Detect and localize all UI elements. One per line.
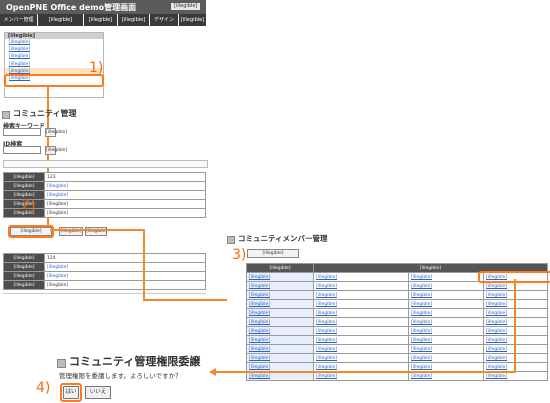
action-leave[interactable]: [illegible] [313, 290, 409, 300]
action-leave[interactable]: [illegible] [313, 344, 409, 354]
member-name[interactable]: [illegible] [246, 317, 314, 327]
nav-sns-settings[interactable]: [illegible] [179, 14, 206, 26]
record-value: [illegible] [44, 181, 206, 191]
record-value: 123 [44, 172, 206, 182]
member-panel-title: コミュニティメンバー管理 [238, 234, 328, 243]
app-title: OpenPNE Office demo管理画面 [6, 3, 137, 12]
member-name[interactable]: [illegible] [246, 308, 314, 318]
nav-management[interactable]: [illegible] [118, 14, 149, 26]
section-bullet-icon [227, 235, 235, 244]
connector-step3-h [214, 371, 516, 373]
step4-highlight [60, 383, 82, 402]
connector-step2-h2 [143, 299, 227, 301]
step-3-label: 3) [232, 247, 247, 263]
id-search-button[interactable]: [illegible] [45, 146, 67, 155]
step2-highlight [8, 225, 54, 238]
record-value: [illegible] [44, 208, 206, 218]
record-label: [illegible] [3, 271, 45, 281]
action-leave[interactable]: [illegible] [313, 299, 409, 309]
record-value: [illegible] [44, 190, 206, 200]
connector-step2-v [143, 229, 145, 301]
nav-design[interactable]: デザイン [150, 14, 178, 26]
action-leave[interactable]: [illegible] [313, 353, 409, 363]
divider-bar [3, 160, 208, 168]
action-leave[interactable]: [illegible] [313, 308, 409, 318]
action-leave[interactable]: [illegible] [313, 272, 409, 282]
action-info[interactable]: [illegible] [408, 353, 484, 363]
confirm-heading: コミュニティ管理権限委譲 [57, 353, 200, 369]
confirm-title: コミュニティ管理権限委譲 [69, 355, 201, 368]
section-bullet-icon [2, 110, 10, 119]
search-button[interactable]: [illegible] [45, 128, 67, 137]
nav-member-admin[interactable]: メンバー管理 [0, 14, 37, 26]
admin-link[interactable]: [illegible] [47, 193, 68, 198]
member-name[interactable]: [illegible] [246, 335, 314, 345]
section-bullet-icon [57, 359, 66, 368]
nav-content-admin[interactable]: [illegible] [38, 14, 83, 26]
id-input[interactable] [3, 146, 41, 154]
admin-link[interactable]: [illegible] [47, 274, 68, 279]
action-leave[interactable]: [illegible] [313, 317, 409, 327]
confirm-cancel-button[interactable]: いいえ [85, 386, 111, 399]
record-value: [illegible] [44, 199, 206, 209]
confirm-message: 管理権限を委譲します。よろしいですか？ [59, 372, 182, 380]
arrow-head-icon [209, 368, 216, 376]
action-info[interactable]: [illegible] [408, 317, 484, 327]
back-button[interactable]: [illegible] [247, 249, 299, 258]
menu-item-batch-invite[interactable]: [illegible] [5, 46, 103, 53]
main-nav: メンバー管理 [illegible] [illegible] [illegibl… [0, 14, 206, 26]
member-name[interactable]: [illegible] [246, 299, 314, 309]
record-label: [illegible] [3, 280, 45, 290]
keyword-input[interactable] [3, 128, 41, 136]
connector-step2-h1 [50, 229, 145, 231]
member-name[interactable]: [illegible] [246, 281, 314, 291]
nav-stats[interactable]: [illegible] [84, 14, 117, 26]
action-info[interactable]: [illegible] [408, 335, 484, 345]
member-name[interactable]: [illegible] [246, 272, 314, 282]
action-info[interactable]: [illegible] [408, 299, 484, 309]
menu-item-invite[interactable]: [illegible] [5, 39, 103, 46]
step-1-label: 1) [89, 60, 104, 76]
step-4-label: 4) [36, 380, 51, 396]
record-label: [illegible] [3, 253, 45, 263]
record-label: [illegible] [3, 181, 45, 191]
action-info[interactable]: [illegible] [408, 290, 484, 300]
member-name[interactable]: [illegible] [246, 353, 314, 363]
step-2-label: 2) [22, 198, 36, 213]
app-header: OpenPNE Office demo管理画面 [illegible] [0, 0, 206, 14]
action-info[interactable]: [illegible] [408, 308, 484, 318]
action-leave[interactable]: [illegible] [313, 281, 409, 291]
connector-step3-v [514, 279, 516, 372]
divider-line [3, 293, 206, 294]
record-value: [illegible] [44, 271, 206, 281]
record-label: [illegible] [3, 262, 45, 272]
member-panel-heading: コミュニティメンバー管理 [227, 233, 328, 244]
member-name[interactable]: [illegible] [246, 290, 314, 300]
community-record-2: [illegible] 124 [illegible] [illegible] [i… [3, 253, 206, 290]
community-name-link[interactable]: [illegible] [47, 265, 68, 270]
record-value: [illegible] [44, 262, 206, 272]
community-name-link[interactable]: [illegible] [47, 184, 68, 189]
record-label: [illegible] [3, 172, 45, 182]
action-leave[interactable]: [illegible] [313, 326, 409, 336]
site-badge[interactable]: [illegible] [171, 3, 201, 10]
member-name[interactable]: [illegible] [246, 326, 314, 336]
action-leave[interactable]: [illegible] [313, 335, 409, 345]
action-info[interactable]: [illegible] [408, 344, 484, 354]
action-info[interactable]: [illegible] [408, 281, 484, 291]
record-value: 124 [44, 253, 206, 263]
col-header-name: [illegible] [246, 263, 314, 273]
record-value: [illegible] [44, 280, 206, 290]
community-heading: コミュニティ管理 [2, 108, 77, 119]
action-info[interactable]: [illegible] [408, 326, 484, 336]
action-info[interactable]: [illegible] [408, 272, 484, 282]
member-name[interactable]: [illegible] [246, 344, 314, 354]
community-title: コミュニティ管理 [13, 109, 77, 118]
